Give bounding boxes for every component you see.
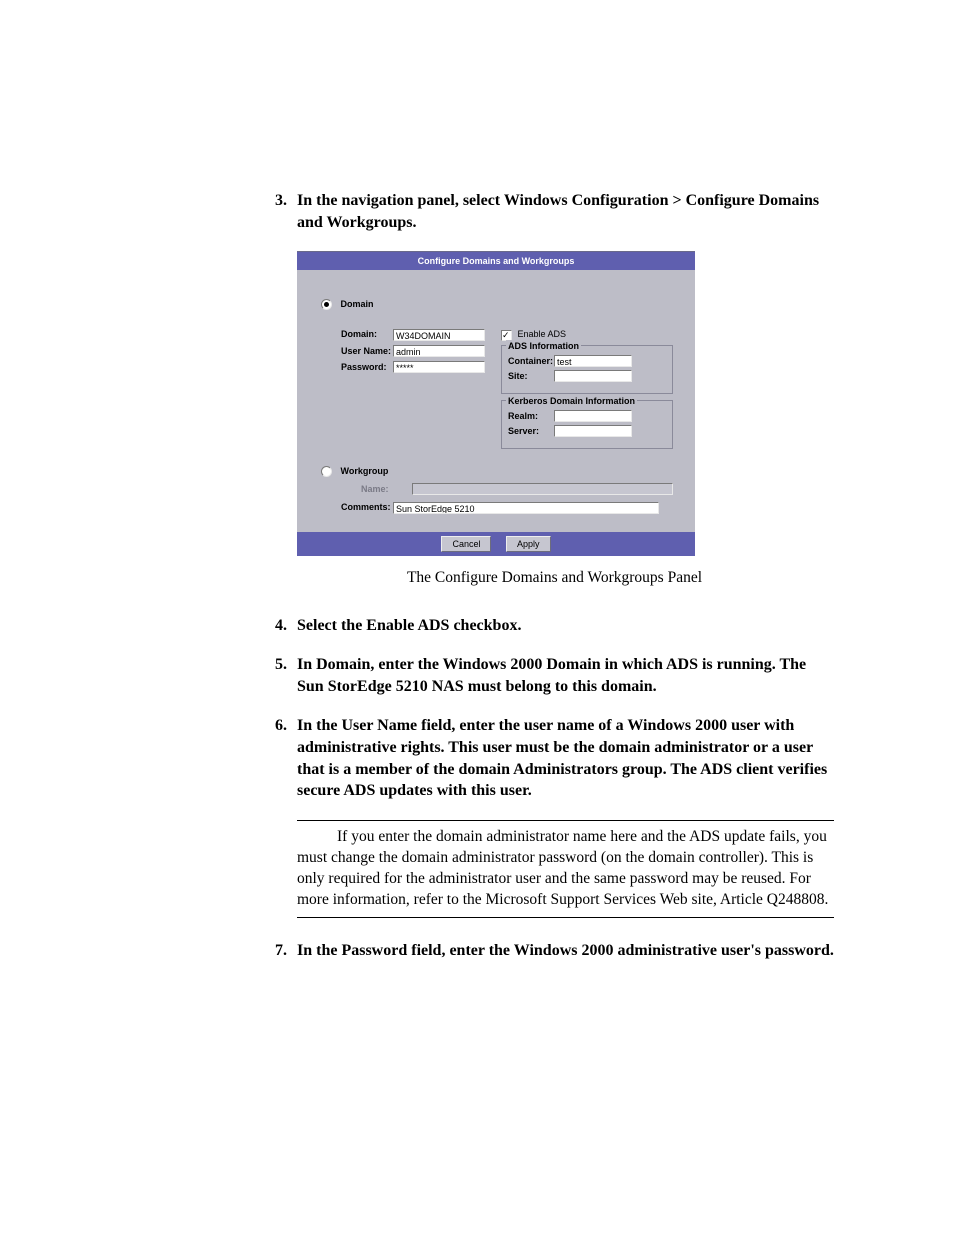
domain-radio-label: Domain xyxy=(341,299,374,309)
step-number: 4. xyxy=(275,615,297,637)
name-input xyxy=(412,483,673,495)
step-3: 3. In the navigation panel, select Windo… xyxy=(275,190,834,233)
kerberos-fieldset: Kerberos Domain Information Realm: Serve… xyxy=(501,400,673,449)
name-label: Name: xyxy=(361,483,412,495)
panel-title: Configure Domains and Workgroups xyxy=(297,252,695,270)
password-input[interactable]: ***** xyxy=(393,361,485,373)
figure-caption: The Configure Domains and Workgroups Pan… xyxy=(275,568,834,589)
container-label: Container: xyxy=(508,355,554,367)
domain-input[interactable]: W34DOMAIN xyxy=(393,329,485,341)
step-text: In the navigation panel, select Windows … xyxy=(297,190,834,233)
server-input[interactable] xyxy=(554,425,632,437)
enable-ads-label: Enable ADS xyxy=(518,329,567,339)
step-4: 4. Select the Enable ADS checkbox. xyxy=(275,615,834,637)
step-number: 7. xyxy=(275,940,297,962)
workgroup-radio-label: Workgroup xyxy=(341,466,389,476)
realm-label: Realm: xyxy=(508,410,554,422)
comments-label: Comments: xyxy=(341,501,393,513)
step-5: 5. In Domain, enter the Windows 2000 Dom… xyxy=(275,654,834,697)
domain-radio-row: Domain xyxy=(321,298,673,310)
apply-button[interactable]: Apply xyxy=(506,536,551,552)
domain-label: Domain: xyxy=(341,328,393,340)
step-text: In the User Name field, enter the user n… xyxy=(297,715,834,801)
password-label: Password: xyxy=(341,361,393,373)
site-label: Site: xyxy=(508,370,554,382)
server-label: Server: xyxy=(508,425,554,437)
step-7: 7. In the Password field, enter the Wind… xyxy=(275,940,834,962)
kerberos-legend: Kerberos Domain Information xyxy=(506,395,637,407)
step-text: Select the Enable ADS checkbox. xyxy=(297,615,834,637)
workgroup-radio-row: Workgroup xyxy=(321,465,673,477)
username-label: User Name: xyxy=(341,345,393,357)
document-page: 3. In the navigation panel, select Windo… xyxy=(0,0,954,1039)
site-input[interactable] xyxy=(554,370,632,382)
step-number: 5. xyxy=(275,654,297,676)
configure-panel-screenshot: Configure Domains and Workgroups Domain … xyxy=(297,251,695,556)
step-text: In Domain, enter the Windows 2000 Domain… xyxy=(297,654,834,697)
ads-information-legend: ADS Information xyxy=(506,340,581,352)
workgroup-radio[interactable] xyxy=(321,466,332,477)
cancel-button[interactable]: Cancel xyxy=(441,536,491,552)
container-input[interactable]: test xyxy=(554,355,632,367)
note-block: If you enter the domain administrator na… xyxy=(297,820,834,918)
step-text: In the Password field, enter the Windows… xyxy=(297,940,834,962)
username-input[interactable]: admin xyxy=(393,345,485,357)
panel-footer: Cancel Apply xyxy=(297,532,695,556)
step-6: 6. In the User Name field, enter the use… xyxy=(275,715,834,801)
realm-input[interactable] xyxy=(554,410,632,422)
step-number: 6. xyxy=(275,715,297,737)
comments-input[interactable]: Sun StorEdge 5210 xyxy=(393,502,659,514)
step-number: 3. xyxy=(275,190,297,212)
ads-information-fieldset: ADS Information Container: test Site: xyxy=(501,345,673,394)
domain-radio[interactable] xyxy=(321,299,332,310)
